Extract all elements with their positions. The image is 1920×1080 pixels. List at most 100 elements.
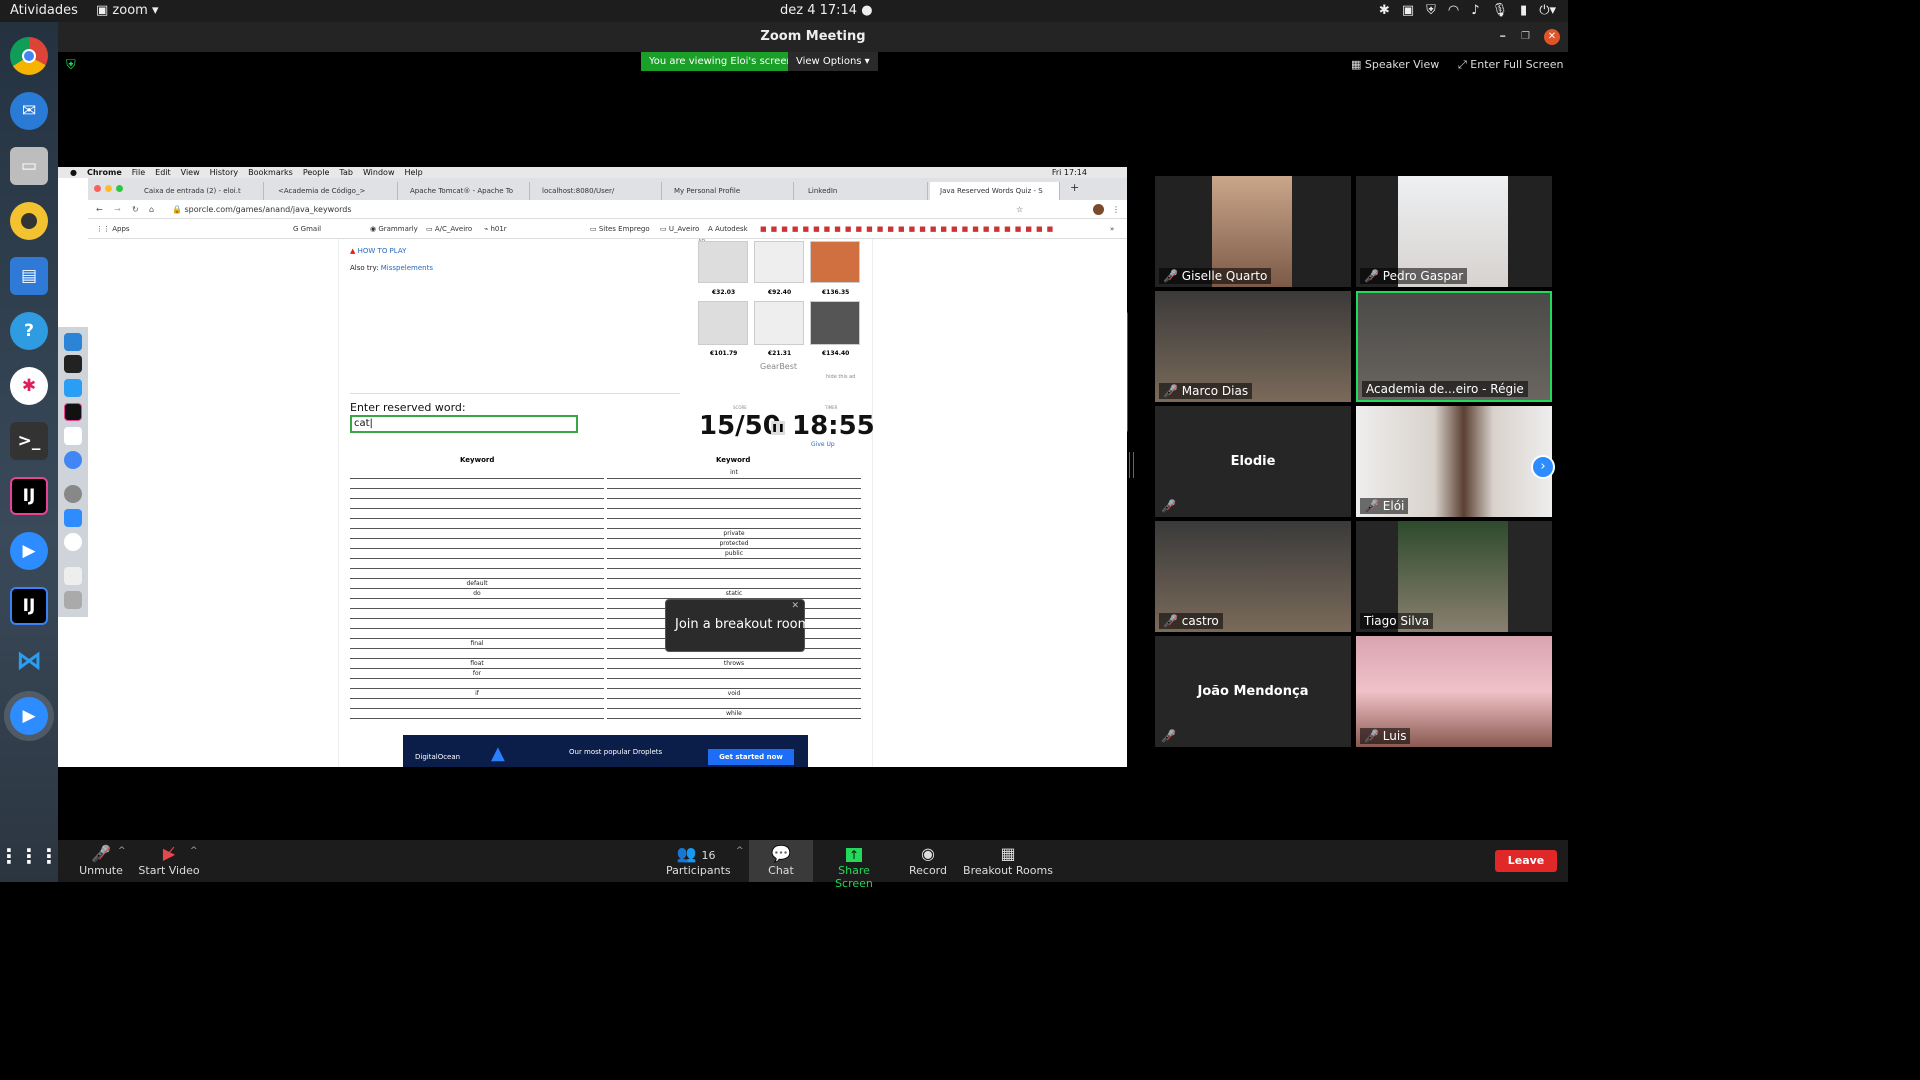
share-screen-button[interactable]: ↑ Share Screen [818,844,890,890]
mac-intellij-icon[interactable] [64,403,82,421]
ad-product-image[interactable] [754,301,804,345]
mac-terminal-icon[interactable] [64,355,82,373]
pause-button[interactable]: ❚❚ [771,421,785,435]
leave-button[interactable]: Leave [1495,850,1557,872]
shield-tray-icon[interactable]: ⛨ [1426,3,1436,18]
rhythmbox-icon[interactable] [10,202,48,240]
view-options-button[interactable]: View Options ▾ [788,52,878,71]
participant-tile[interactable]: Elodie 🎤̸ [1155,406,1351,517]
bookmark-grammarly[interactable]: ◉ Grammarly [370,219,418,238]
reserved-word-input[interactable]: cat| [350,415,578,433]
intellij-icon[interactable]: IJ [10,477,48,515]
ad-product-image[interactable] [698,301,748,345]
how-to-play-link[interactable]: ▲ HOW TO PLAY [350,247,406,255]
splitter-handle[interactable] [1129,452,1134,478]
bookmark-h01r[interactable]: ⌁ h01r [484,219,507,238]
participant-tile[interactable]: 🎤̸ Luis [1356,636,1552,747]
url-field[interactable]: 🔒 sporcle.com/games/anand/java_keywords [172,200,352,219]
participants-chevron-icon[interactable]: ^ [736,846,744,856]
join-breakout-text[interactable]: Join a breakout room [675,617,810,632]
participant-tile-active-speaker[interactable]: Academia de...eiro - Régie [1356,291,1552,402]
chrome-tab-profile[interactable]: My Personal Profile [664,182,794,200]
battery-icon[interactable]: ▮ [1520,3,1527,18]
mac-menu-bookmarks[interactable]: Bookmarks [248,167,293,178]
breakout-popup[interactable]: ✕ Join a breakout room [665,599,810,652]
participant-tile[interactable]: 🎤̸ Marco Dias [1155,291,1351,402]
minimize-icon[interactable]: – [1500,22,1507,52]
power-menu-icon[interactable]: ⏻▾ [1539,3,1556,18]
ad-product-image[interactable] [810,241,860,283]
bookmarks-overflow-icon[interactable]: » [1110,219,1114,238]
ad-brand[interactable]: GearBest [760,362,797,371]
mac-menu-window[interactable]: Window [363,167,395,178]
chrome-tab-localhost[interactable]: localhost:8080/User/ [532,182,662,200]
help-icon[interactable]: ? [10,312,48,350]
reload-icon[interactable]: ↻ [132,200,139,219]
mac-zoom-icon[interactable] [64,509,82,527]
activities-button[interactable]: Atividades [10,3,78,18]
zoom-active-icon[interactable]: ▶ [10,697,48,735]
audio-options-chevron-icon[interactable]: ^ [118,846,126,856]
profile-avatar[interactable] [1093,204,1104,215]
hide-ad-link[interactable]: hide this ad [826,374,855,380]
digitalocean-ad[interactable]: DigitalOcean ▲ Our most popular Droplets… [403,735,808,767]
participant-tile[interactable]: Tiago Silva [1356,521,1552,632]
vscode-icon[interactable]: ⋈ [10,642,48,680]
app-menu[interactable]: ▣ zoom ▾ [96,3,159,18]
slack-tray-icon[interactable]: ✱ [1379,3,1390,18]
full-screen-button[interactable]: ⤢ Enter Full Screen [1458,58,1563,72]
mac-menu-view[interactable]: View [181,167,200,178]
mac-minimize-icon[interactable] [105,185,112,192]
wifi-icon[interactable]: ◠ [1448,3,1459,18]
ad-product-image[interactable] [698,241,748,283]
bookmark-favicon-row[interactable]: ■■■■■■■■■■■■■■■■■■■■■■■■■■■■ [760,219,1057,238]
bookmark-apps[interactable]: ⋮⋮ Apps [96,219,130,238]
mac-menu-tab[interactable]: Tab [339,167,353,178]
mac-music-icon[interactable] [64,533,82,551]
files-icon[interactable]: ▭ [10,147,48,185]
chrome-tab-tomcat[interactable]: Apache Tomcat® - Apache To [400,182,530,200]
bookmark-star-icon[interactable]: ☆ [1016,200,1023,219]
video-options-chevron-icon[interactable]: ^ [190,846,198,856]
participant-tile[interactable]: 🎤̸ Giselle Quarto [1155,176,1351,287]
forward-icon[interactable]: → [114,200,121,219]
writer-icon[interactable]: ▤ [10,257,48,295]
bookmark-autodesk[interactable]: A Autodesk [708,219,748,238]
chat-button[interactable]: 💬 Chat [749,840,813,882]
encryption-shield-icon[interactable]: ⛨ [66,58,76,73]
next-page-arrow-icon[interactable]: › [1531,455,1555,479]
apple-icon[interactable]: ● [70,167,77,178]
mac-menu-file[interactable]: File [132,167,145,178]
participants-button[interactable]: 👥 16 Participants [666,844,731,877]
bookmark-folder-sites-emprego[interactable]: ▭ Sites Emprego [590,219,650,238]
mac-menu-history[interactable]: History [210,167,238,178]
mac-document-icon[interactable] [64,567,82,585]
ad-cta-button[interactable]: Get started now [708,749,794,765]
participant-tile[interactable]: 🎤̸ Pedro Gaspar [1356,176,1552,287]
breakout-rooms-button[interactable]: ▦ Breakout Rooms [963,844,1053,877]
ad-product-image[interactable] [754,241,804,283]
microphone-icon[interactable]: 🎙 [1492,3,1509,18]
zoom-tray-icon[interactable]: ▣ [1402,3,1414,18]
mac-close-icon[interactable] [94,185,101,192]
mac-chrome-icon[interactable] [64,451,82,469]
mac-zoom-icon[interactable] [116,185,123,192]
chrome-menu-icon[interactable]: ⋮ [1112,200,1120,219]
mac-menu-people[interactable]: People [303,167,330,178]
home-icon[interactable]: ⌂ [149,200,154,219]
participant-tile[interactable]: João Mendonça 🎤̸ [1155,636,1351,747]
zoom-icon[interactable]: ▶ [10,532,48,570]
mac-vscode-icon[interactable] [64,379,82,397]
slack-icon[interactable]: ✱ [10,367,48,405]
bookmark-folder-ac-aveiro[interactable]: ▭ A/C_Aveiro [426,219,472,238]
mac-menu-chrome[interactable]: Chrome [87,167,122,178]
bookmark-folder-u-aveiro[interactable]: ▭ U_Aveiro [660,219,699,238]
chrome-tab-academia[interactable]: <Academia de Código_> [268,182,398,200]
terminal-icon[interactable]: >_ [10,422,48,460]
participant-tile[interactable]: 🎤̸ castro [1155,521,1351,632]
thunderbird-icon[interactable]: ✉ [10,92,48,130]
intellij-icon-2[interactable]: IJ [10,587,48,625]
bookmark-gmail[interactable]: G Gmail [293,219,321,238]
also-try-link[interactable]: Misspelements [381,264,433,272]
record-button[interactable]: ◉ Record [903,844,953,877]
